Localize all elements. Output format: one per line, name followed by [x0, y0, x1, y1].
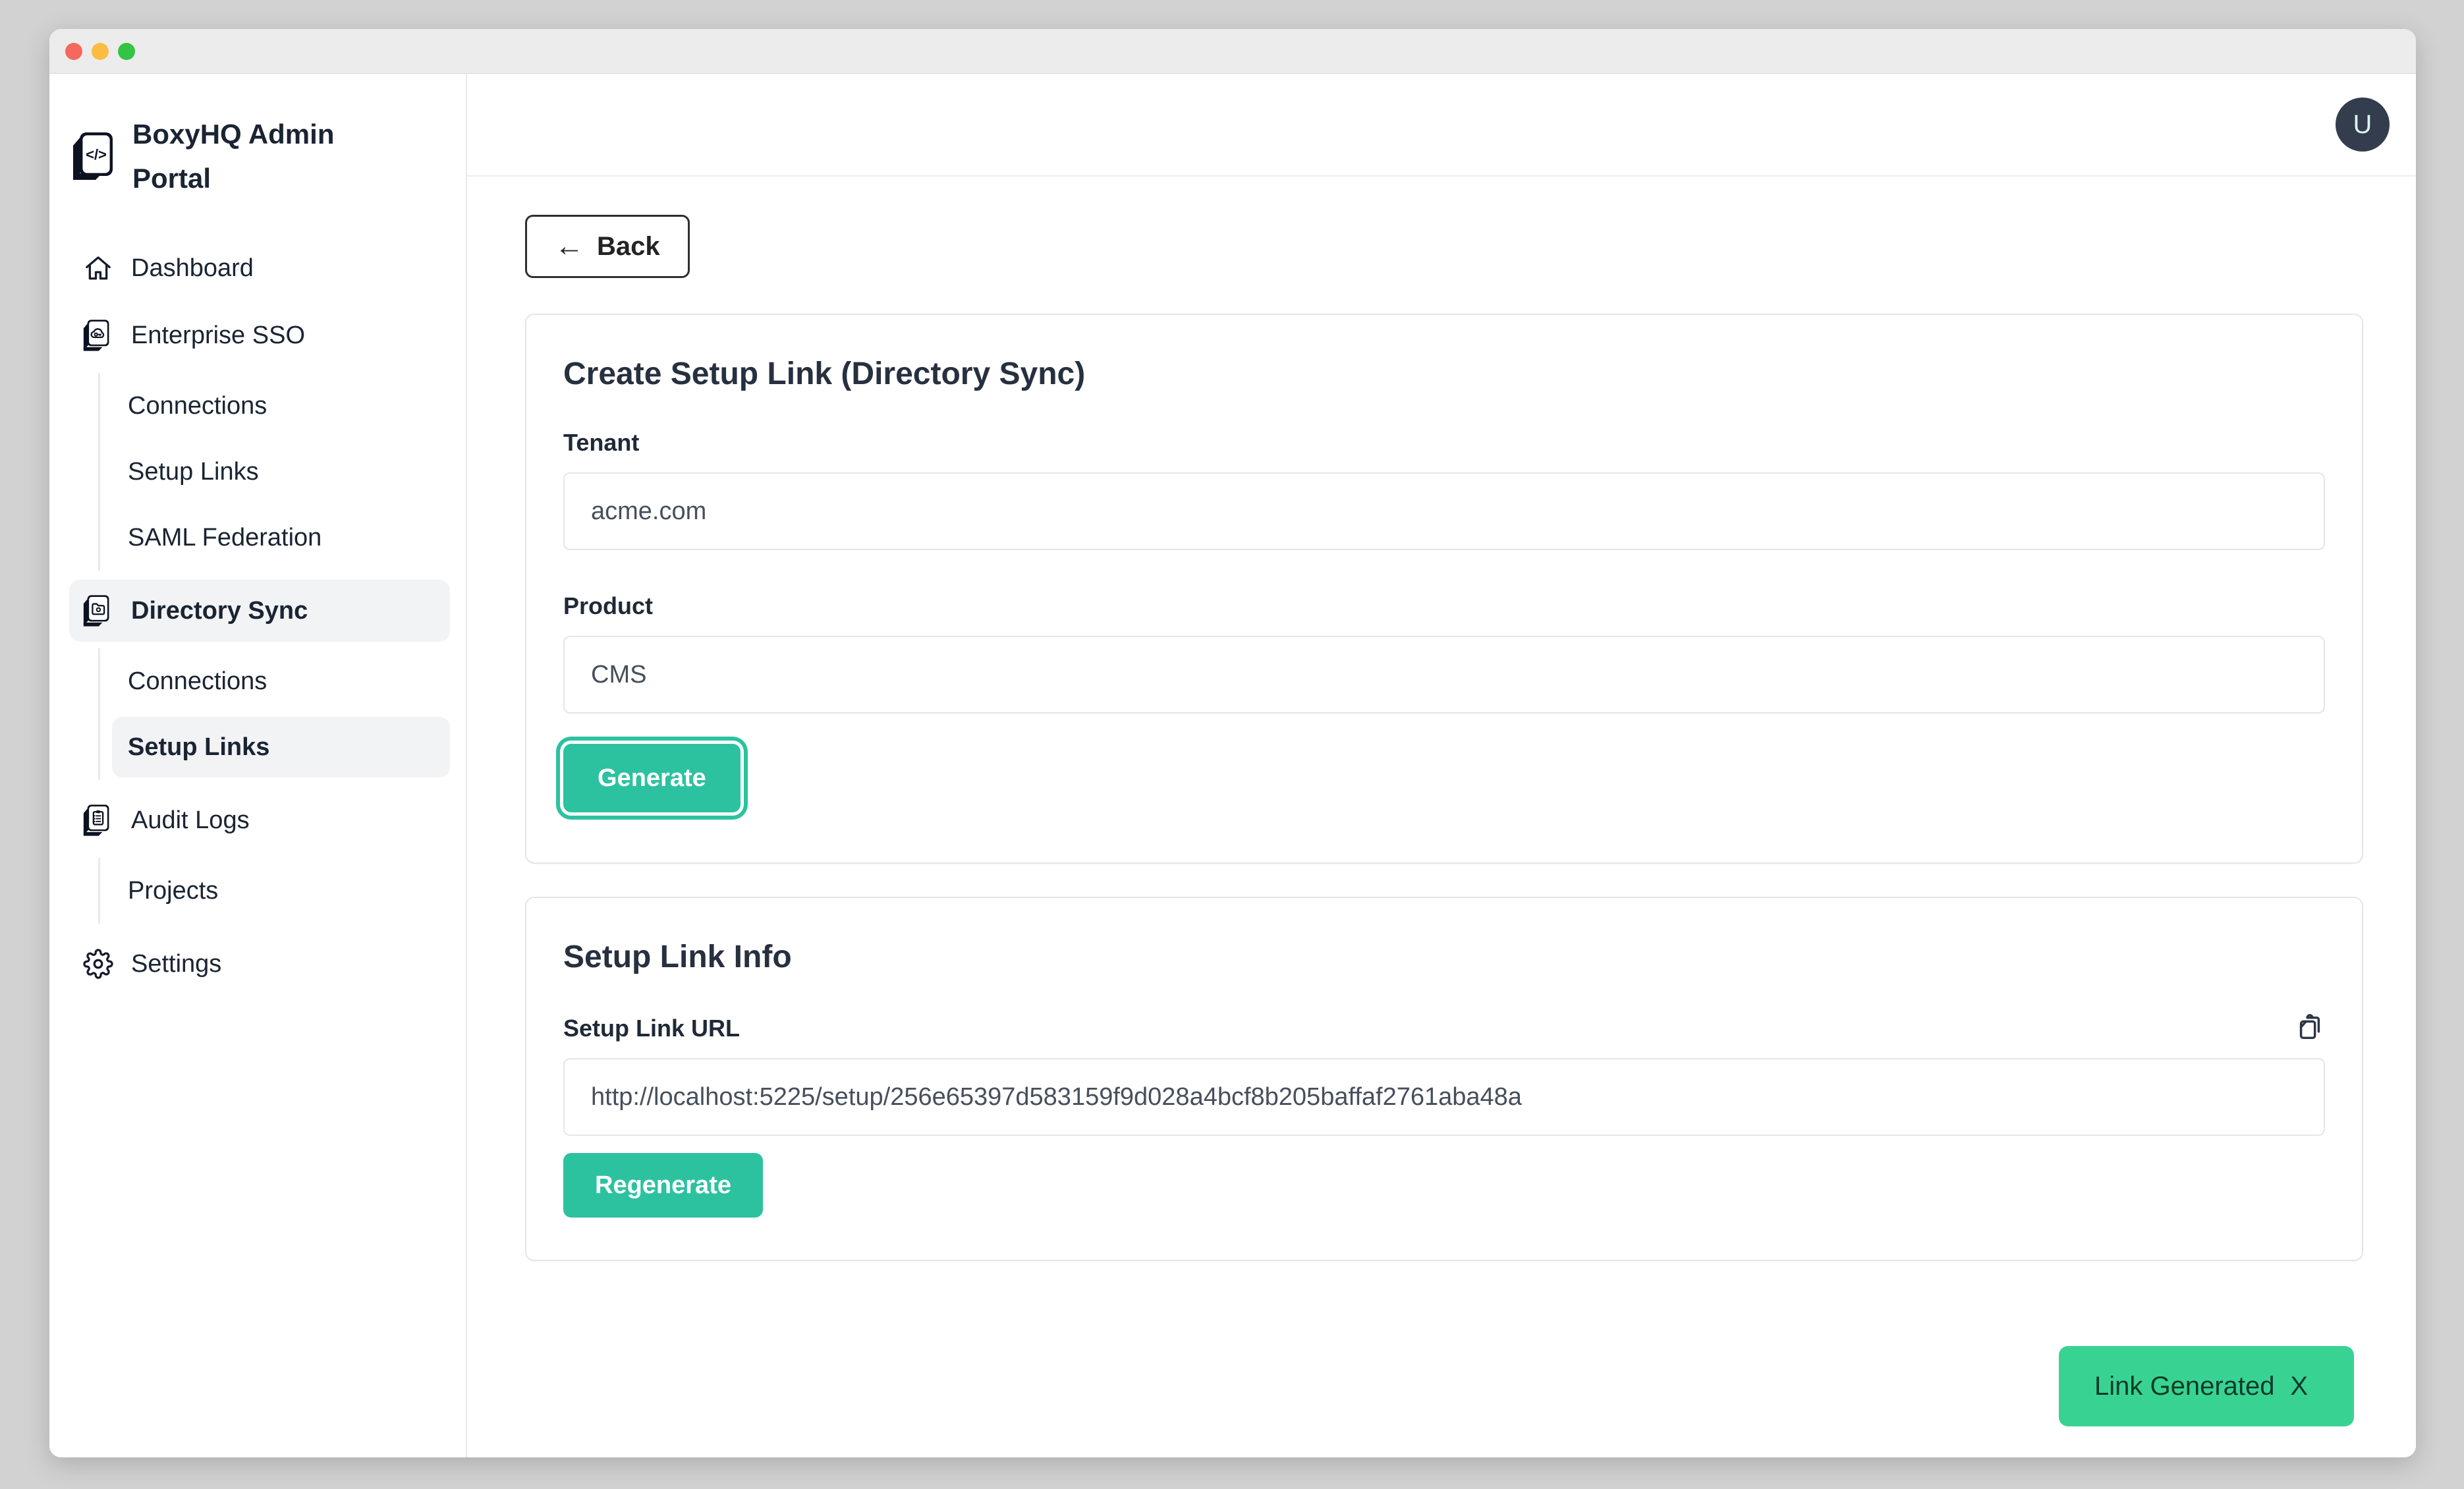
page-content: ← Back Create Setup Link (Directory Sync…	[467, 177, 2416, 1457]
close-window-button[interactable]	[65, 43, 82, 60]
regenerate-button[interactable]: Regenerate	[563, 1153, 763, 1218]
sidebar-item-settings[interactable]: Settings	[69, 933, 450, 995]
enterprise-sso-submenu: Connections Setup Links SAML Federation	[98, 373, 450, 571]
sidebar-item-label: Dashboard	[131, 254, 254, 283]
tenant-field-group: Tenant	[563, 429, 2325, 550]
app-window: </> BoxyHQ Admin Portal Dashboard	[49, 29, 2416, 1457]
generate-button[interactable]: Generate	[563, 744, 741, 812]
setup-link-url-row: Setup Link URL	[563, 1012, 2325, 1042]
back-arrow-icon: ←	[555, 232, 584, 261]
home-icon	[81, 253, 115, 283]
top-header: U	[467, 74, 2416, 177]
sidebar-item-dashboard[interactable]: Dashboard	[69, 237, 450, 299]
info-card-title: Setup Link Info	[563, 939, 2325, 975]
sidebar-item-label: Directory Sync	[131, 597, 308, 625]
tenant-input[interactable]	[563, 472, 2325, 550]
tenant-label: Tenant	[563, 429, 2325, 457]
brand: </> BoxyHQ Admin Portal	[72, 112, 450, 200]
sidebar-item-directory-sync[interactable]: Directory Sync	[69, 580, 450, 642]
product-label: Product	[563, 592, 2325, 620]
sidebar-item-label: Audit Logs	[131, 806, 250, 835]
sidebar-item-saml-federation[interactable]: SAML Federation	[112, 507, 450, 568]
sidebar-item-audit-logs[interactable]: Audit Logs	[69, 789, 450, 851]
gear-icon	[81, 949, 115, 979]
zoom-window-button[interactable]	[118, 43, 135, 60]
sidebar-item-sso-setup-links[interactable]: Setup Links	[112, 441, 450, 502]
product-field-group: Product	[563, 592, 2325, 714]
main-area: U ← Back Create Setup Link (Directory Sy…	[467, 74, 2416, 1457]
setup-link-url-label: Setup Link URL	[563, 1015, 740, 1042]
copy-clipboard-icon	[2295, 1012, 2325, 1042]
sidebar-item-dsync-connections[interactable]: Connections	[112, 651, 450, 712]
back-button[interactable]: ← Back	[525, 215, 690, 278]
brand-logo-icon: </>	[72, 130, 115, 183]
sidebar-item-enterprise-sso[interactable]: Enterprise SSO	[69, 304, 450, 366]
setup-link-info-card: Setup Link Info Setup Link URL	[525, 897, 2363, 1261]
product-input[interactable]	[563, 636, 2325, 714]
create-setup-link-card: Create Setup Link (Directory Sync) Tenan…	[525, 314, 2363, 864]
directory-folder-icon	[81, 594, 115, 627]
sidebar: </> BoxyHQ Admin Portal Dashboard	[49, 74, 467, 1457]
copy-button[interactable]	[2295, 1012, 2325, 1042]
window-titlebar	[49, 29, 2416, 74]
setup-link-url-input[interactable]	[563, 1058, 2325, 1136]
sidebar-nav: Dashboard Enterpri	[69, 235, 450, 997]
create-card-title: Create Setup Link (Directory Sync)	[563, 356, 2325, 392]
sidebar-item-dsync-setup-links[interactable]: Setup Links	[112, 717, 450, 777]
window-body: </> BoxyHQ Admin Portal Dashboard	[49, 74, 2416, 1457]
directory-sync-submenu: Connections Setup Links	[98, 648, 450, 780]
svg-text:</>: </>	[86, 146, 107, 163]
brand-title: BoxyHQ Admin Portal	[132, 112, 350, 200]
back-button-label: Back	[597, 232, 660, 262]
desktop: { "window": { "controls": ["close", "min…	[0, 0, 2464, 1489]
sidebar-item-sso-connections[interactable]: Connections	[112, 376, 450, 436]
avatar[interactable]: U	[2336, 98, 2390, 152]
audit-clipboard-icon	[81, 804, 115, 837]
sidebar-item-label: Enterprise SSO	[131, 322, 305, 350]
sidebar-item-projects[interactable]: Projects	[112, 860, 450, 921]
minimize-window-button[interactable]	[92, 43, 109, 60]
toast-link-generated: Link Generated X	[2059, 1346, 2354, 1426]
sso-cloud-key-icon	[81, 319, 115, 352]
toast-message: Link Generated	[2094, 1372, 2275, 1401]
toast-close-button[interactable]: X	[2290, 1372, 2308, 1401]
audit-logs-submenu: Projects	[98, 858, 450, 924]
sidebar-item-label: Settings	[131, 950, 221, 978]
